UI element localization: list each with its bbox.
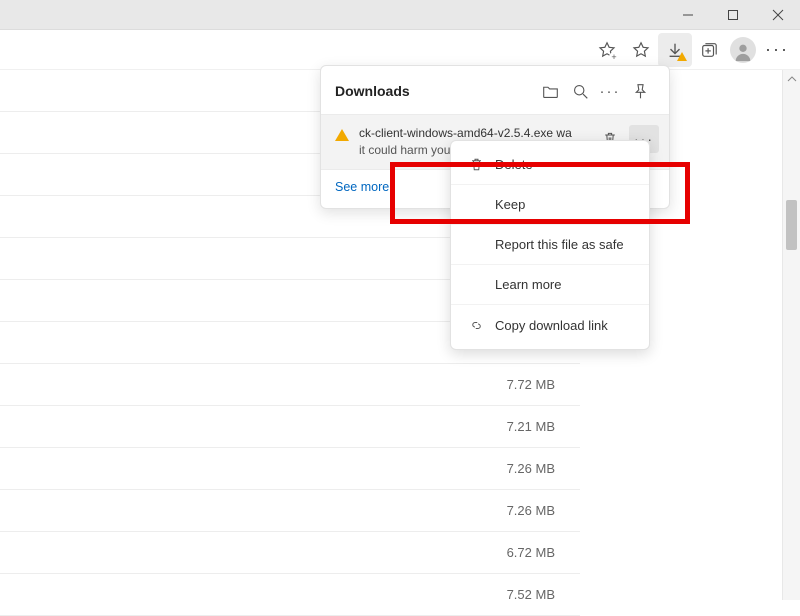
browser-toolbar: + ··· [0, 30, 800, 70]
ctx-item-label: Report this file as safe [495, 237, 635, 252]
list-item[interactable]: 6.72 MB [0, 532, 580, 574]
ctx-item-keep[interactable]: Keep [451, 185, 649, 225]
ctx-item-report-safe[interactable]: Report this file as safe [451, 225, 649, 265]
trash-icon [465, 157, 487, 172]
collections-icon[interactable] [692, 33, 726, 67]
file-size: 7.26 MB [507, 461, 555, 476]
more-menu-button[interactable]: ··· [760, 33, 794, 67]
download-context-menu: Delete Keep Report this file as safe Lea… [450, 140, 650, 350]
file-size: 6.72 MB [507, 545, 555, 560]
downloads-panel-title: Downloads [335, 83, 535, 99]
ctx-item-label: Copy download link [495, 318, 635, 333]
link-icon [465, 318, 487, 333]
ctx-item-label: Learn more [495, 277, 635, 292]
window-title-bar [0, 0, 800, 30]
list-item[interactable]: 7.26 MB [0, 490, 580, 532]
profile-avatar[interactable] [726, 33, 760, 67]
ctx-item-label: Keep [495, 197, 635, 212]
warning-badge-icon [677, 52, 687, 61]
search-downloads-button[interactable] [565, 78, 595, 104]
list-item[interactable]: 7.26 MB [0, 448, 580, 490]
ctx-item-label: Delete [495, 157, 635, 172]
file-size: 7.26 MB [507, 503, 555, 518]
pin-downloads-button[interactable] [625, 78, 655, 104]
file-size: 7.72 MB [507, 377, 555, 392]
downloads-toolbar-button[interactable] [658, 33, 692, 67]
list-item[interactable]: 7.21 MB [0, 406, 580, 448]
scroll-thumb[interactable] [786, 200, 797, 250]
downloads-panel-header: Downloads ··· [321, 66, 669, 114]
minimize-button[interactable] [665, 0, 710, 30]
scroll-up-arrow-icon[interactable] [783, 70, 800, 88]
ctx-item-learn-more[interactable]: Learn more [451, 265, 649, 305]
vertical-scrollbar[interactable] [782, 70, 800, 600]
warning-icon [335, 129, 349, 141]
downloads-more-button[interactable]: ··· [595, 78, 625, 104]
maximize-button[interactable] [710, 0, 755, 30]
list-item[interactable]: 7.72 MB [0, 364, 580, 406]
favorites-icon[interactable] [624, 33, 658, 67]
ctx-item-copy-link[interactable]: Copy download link [451, 305, 649, 345]
file-size: 7.21 MB [507, 419, 555, 434]
star-add-icon[interactable]: + [590, 33, 624, 67]
ctx-item-delete[interactable]: Delete [451, 145, 649, 185]
list-item[interactable]: 7.52 MB [0, 574, 580, 616]
open-folder-button[interactable] [535, 78, 565, 104]
more-icon: ··· [765, 39, 789, 60]
close-button[interactable] [755, 0, 800, 30]
